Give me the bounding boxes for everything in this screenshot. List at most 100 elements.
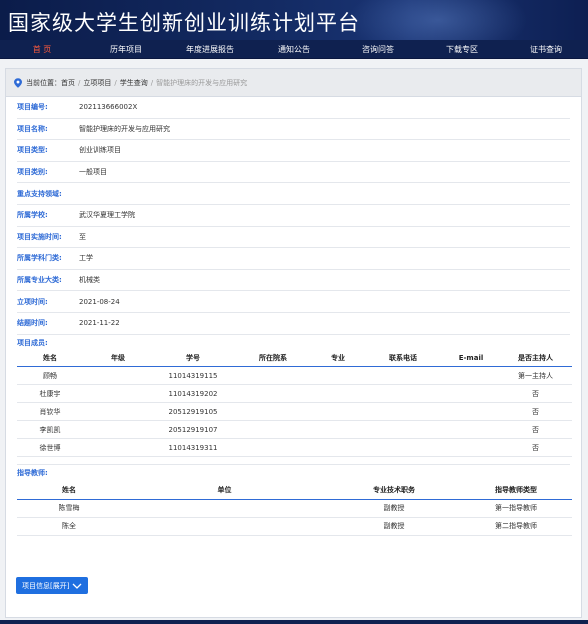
col-header-is-leader: 是否主持人 [499, 350, 572, 368]
info-row-approval-date: 立项时间: 2021-08-24 [17, 291, 570, 313]
info-row-school: 所属学校: 武汉华夏理工学院 [17, 205, 570, 227]
cell-grade [83, 384, 153, 404]
col-header-name: 姓名 [17, 350, 83, 368]
info-row-discipline: 所属学科门类: 工学 [17, 248, 570, 270]
cell-advisor-type: 第二指导教师 [460, 517, 572, 536]
cell-department [233, 402, 313, 422]
breadcrumb-student-query-link[interactable]: 学生查询 [120, 78, 148, 88]
info-label: 所属学校: [17, 211, 48, 220]
col-header-organization: 单位 [121, 481, 328, 500]
cell-phone [363, 438, 443, 458]
breadcrumb-separator: / [114, 78, 117, 87]
cell-name: 陈雪梅 [17, 499, 121, 518]
cell-organization [121, 517, 328, 536]
cell-is-leader: 否 [499, 402, 572, 422]
info-value: 武汉华夏理工学院 [79, 211, 135, 220]
location-pin-icon [14, 77, 22, 88]
cell-phone [363, 366, 443, 386]
info-value: 至 [79, 232, 86, 241]
cell-grade [83, 366, 153, 386]
cell-major [313, 366, 363, 386]
cell-student-id: 20512919107 [153, 420, 233, 440]
cell-major [313, 438, 363, 458]
cell-is-leader: 否 [499, 420, 572, 440]
table-row: 顾畅 11014319115 第一主持人 [17, 366, 572, 386]
cell-student-id: 20512919105 [153, 402, 233, 422]
info-value: 机械类 [79, 276, 100, 285]
site-header: 国家级大学生创新创业训练计划平台 [0, 0, 588, 40]
info-value: 2021-08-24 [79, 297, 120, 306]
members-table: 姓名 年级 学号 所在院系 专业 联系电话 E-mail 是否主持人 顾畅 11… [17, 350, 572, 458]
col-header-phone: 联系电话 [363, 350, 443, 368]
table-row: 肖钦华 20512919105 否 [17, 402, 572, 422]
nav-item-certificate-query[interactable]: 证书查询 [504, 40, 588, 58]
site-title: 国家级大学生创新创业训练计划平台 [8, 11, 360, 35]
breadcrumb-projects-link[interactable]: 立项项目 [83, 78, 111, 88]
header-glow [348, 0, 528, 40]
nav-item-announcements[interactable]: 通知公告 [252, 40, 336, 58]
cell-is-leader: 否 [499, 384, 572, 404]
breadcrumb-prefix: 当前位置： [26, 78, 61, 87]
members-header-row: 姓名 年级 学号 所在院系 专业 联系电话 E-mail 是否主持人 [17, 350, 572, 368]
nav-item-past-projects[interactable]: 历年项目 [84, 40, 168, 58]
info-row-completion-date: 结题时间: 2021-11-22 [17, 313, 570, 335]
cell-grade [83, 438, 153, 458]
cell-title: 副教授 [328, 517, 460, 536]
expand-project-info-button[interactable]: 项目信息[展开] [16, 577, 89, 594]
table-row: 徐世博 11014319311 否 [17, 438, 572, 458]
info-label: 项目类别: [17, 168, 48, 177]
info-row-implementation-period: 项目实施时间: 至 [17, 227, 570, 249]
cell-grade [83, 420, 153, 440]
cell-name: 陈全 [17, 517, 121, 536]
members-section-label: 项目成员: [17, 338, 48, 347]
info-label: 项目名称: [17, 124, 48, 133]
col-header-major: 专业 [313, 350, 363, 368]
cell-department [233, 366, 313, 386]
breadcrumb-current: 智能护理床的开发与应用研究 [156, 78, 248, 87]
cell-phone [363, 402, 443, 422]
info-value: 2021-11-22 [79, 319, 120, 328]
col-header-grade: 年级 [83, 350, 153, 368]
info-label: 结题时间: [17, 319, 48, 328]
info-label: 项目编号: [17, 103, 48, 112]
info-row-key-support-area: 重点支持领域: [17, 183, 570, 205]
cell-department [233, 438, 313, 458]
info-label: 重点支持领域: [17, 189, 62, 198]
cell-title: 副教授 [328, 499, 460, 518]
cell-name: 顾畅 [17, 366, 83, 386]
col-header-title: 专业技术职务 [328, 481, 460, 500]
info-label: 项目实施时间: [17, 232, 62, 241]
info-value: 工学 [79, 254, 93, 263]
section-divider [17, 457, 570, 466]
nav-item-faq[interactable]: 咨询问答 [336, 40, 420, 58]
table-row: 陈全 副教授 第二指导教师 [17, 517, 572, 536]
nav-item-annual-reports[interactable]: 年度进展报告 [168, 40, 252, 58]
breadcrumb-home-link[interactable]: 首页 [61, 78, 75, 88]
cell-major [313, 402, 363, 422]
col-header-advisor-type: 指导教师类型 [460, 481, 572, 500]
table-row: 陈雪梅 副教授 第一指导教师 [17, 499, 572, 518]
col-header-email: E-mail [443, 350, 499, 368]
project-detail-panel: 当前位置： 首页 / 立项项目 / 学生查询 / 智能护理床的开发与应用研究 项… [5, 68, 582, 618]
nav-item-home[interactable]: 首 页 [0, 40, 84, 58]
cell-advisor-type: 第一指导教师 [460, 499, 572, 518]
cell-department [233, 420, 313, 440]
cell-email [443, 438, 499, 458]
breadcrumb-separator: / [150, 78, 154, 87]
cell-major [313, 384, 363, 404]
cell-phone [363, 384, 443, 404]
info-label: 立项时间: [17, 297, 48, 306]
advisors-section-label: 指导教师: [17, 469, 48, 478]
footer-bar [0, 620, 588, 624]
breadcrumb: 当前位置： 首页 / 立项项目 / 学生查询 / 智能护理床的开发与应用研究 [6, 69, 581, 97]
advisors-table: 姓名 单位 专业技术职务 指导教师类型 陈雪梅 副教授 第一指导教师 陈全 副教… [17, 481, 572, 536]
project-info-list: 项目编号: 202113666002X 项目名称: 智能护理床的开发与应用研究 … [6, 97, 581, 335]
info-row-project-type: 项目类型: 创业训练项目 [17, 140, 570, 162]
cell-name: 肖钦华 [17, 402, 83, 422]
cell-student-id: 11014319311 [153, 438, 233, 458]
col-header-name: 姓名 [17, 481, 121, 500]
info-label: 所属专业大类: [17, 276, 62, 285]
cell-department [233, 384, 313, 404]
nav-item-downloads[interactable]: 下载专区 [420, 40, 504, 58]
cell-student-id: 11014319115 [153, 366, 233, 386]
